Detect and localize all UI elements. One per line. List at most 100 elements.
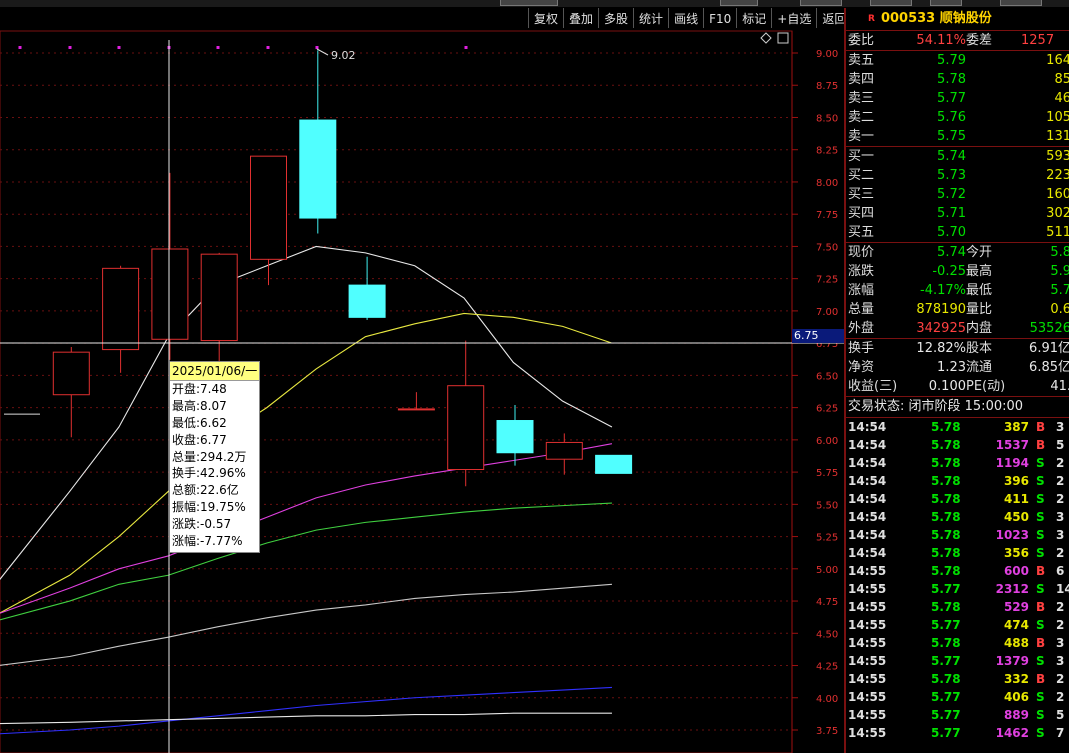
- tick-volume: 356: [1003, 546, 1029, 560]
- tick-price: 5.78: [931, 636, 961, 650]
- draw-line-button[interactable]: 画线: [668, 8, 703, 28]
- fuquan-button[interactable]: 复权: [528, 8, 563, 28]
- window-tab[interactable]: [870, 0, 912, 6]
- trade-status: 交易状态: 闭市阶段 15:00:00: [848, 399, 1024, 414]
- tick-side: S: [1036, 546, 1045, 560]
- ask-price: 5.78: [937, 72, 966, 87]
- stats-button[interactable]: 统计: [633, 8, 668, 28]
- tick-row: 14:54 5.78 1194 S 2: [846, 454, 1069, 472]
- f10-button[interactable]: F10: [703, 8, 736, 28]
- tick-list[interactable]: 14:54 5.78 387 B 3 14:54 5.78 1537 B 5 14:54 5.78 11…: [846, 418, 1069, 742]
- tick-price: 5.77: [931, 654, 961, 668]
- tick-price: 5.78: [931, 456, 961, 470]
- multi-stock-button[interactable]: 多股: [598, 8, 633, 28]
- tick-row: 14:55 5.77 889 S 5: [846, 706, 1069, 724]
- signal-dot: [216, 46, 220, 49]
- stat-row: 现价 5.74 今开 5.8: [846, 243, 1069, 262]
- tick-price: 5.77: [931, 618, 961, 632]
- signal-dot: [18, 46, 22, 49]
- y-tick-label: 5.00: [816, 565, 838, 576]
- tick-price: 5.77: [931, 708, 961, 722]
- bid-label: 买二: [848, 168, 875, 183]
- window-tab[interactable]: [1000, 0, 1042, 6]
- stat-row: 换手 12.82% 股本 6.91亿: [846, 339, 1069, 358]
- tick-count: 3: [1056, 420, 1065, 434]
- ask-row: 卖二 5.76 105: [846, 108, 1069, 127]
- bid-label: 买五: [848, 225, 875, 240]
- ask-label: 卖三: [848, 91, 875, 106]
- tick-price: 5.78: [931, 546, 961, 560]
- stat-label: 总量: [848, 302, 875, 317]
- tick-price: 5.77: [931, 690, 961, 704]
- tick-count: 14: [1056, 582, 1069, 596]
- tick-count: 2: [1056, 690, 1065, 704]
- stock-code: 000533: [880, 11, 936, 26]
- ma-line: [0, 245, 613, 581]
- stat-row: 外盘 342925 内盘 53526: [846, 319, 1069, 338]
- tick-count: 2: [1056, 600, 1065, 614]
- bid-price: 5.71: [937, 206, 966, 221]
- stock-header: R 000533 顺钠股份: [846, 8, 1069, 30]
- overlay-button[interactable]: 叠加: [563, 8, 598, 28]
- tick-time: 14:54: [848, 438, 887, 452]
- tick-price: 5.77: [931, 726, 961, 740]
- crosshair-price-label: 6.75: [792, 329, 846, 343]
- stat-value: 5.8: [1050, 245, 1069, 260]
- y-tick-label: 4.75: [816, 597, 838, 608]
- tick-row: 14:55 5.78 529 B 2: [846, 598, 1069, 616]
- bid-row: 买三 5.72 160: [846, 185, 1069, 204]
- tick-time: 14:54: [848, 492, 887, 506]
- ma-line: [0, 583, 612, 666]
- high-pointer: [316, 48, 329, 56]
- candle-down: [496, 420, 534, 454]
- signal-dot: [315, 46, 319, 49]
- tick-volume: 1537: [995, 438, 1029, 452]
- ask-price: 5.75: [937, 129, 966, 144]
- ask-volume: 105: [1046, 110, 1069, 125]
- stat-label: 收益(三): [848, 379, 898, 394]
- y-tick-label: 4.50: [816, 629, 838, 640]
- tick-count: 2: [1056, 456, 1065, 470]
- bid-label: 买三: [848, 187, 875, 202]
- tick-time: 14:54: [848, 420, 887, 434]
- tick-side: S: [1036, 456, 1045, 470]
- tick-volume: 332: [1003, 672, 1029, 686]
- candle-up: [52, 351, 90, 396]
- y-tick-label: 5.75: [816, 468, 838, 479]
- candle-info-tooltip: 2025/01/06/一 开盘:7.48 最高:8.07 最低:6.62 收盘:6.7…: [169, 361, 260, 553]
- bid-row: 买四 5.71 302: [846, 204, 1069, 223]
- stat-value: 0.6: [1050, 302, 1069, 317]
- bid-price: 5.73: [937, 168, 966, 183]
- stat-label: 涨幅: [848, 283, 875, 298]
- tick-side: B: [1036, 438, 1046, 452]
- candle-up: [397, 408, 435, 411]
- tick-price: 5.78: [931, 672, 961, 686]
- add-watchlist-button[interactable]: +自选: [771, 8, 816, 28]
- y-tick-label: 8.25: [816, 146, 838, 157]
- tick-price: 5.78: [931, 510, 961, 524]
- mark-button[interactable]: 标记: [736, 8, 771, 28]
- tick-row: 14:55 5.77 1379 S 3: [846, 652, 1069, 670]
- y-tick-label: 7.00: [816, 307, 838, 318]
- tooltip-line: 收盘:6.77: [172, 432, 227, 447]
- candle-up: [250, 155, 287, 260]
- ask-volume: 85: [1054, 72, 1069, 87]
- tick-price: 5.78: [931, 474, 961, 488]
- bid-row: 买一 5.74 593: [846, 147, 1069, 166]
- tick-volume: 411: [1003, 492, 1029, 506]
- bid-volume: 223: [1046, 168, 1069, 183]
- window-tab[interactable]: [930, 0, 962, 6]
- tick-price: 5.78: [931, 420, 961, 434]
- ask-volume: 164: [1046, 53, 1069, 68]
- signal-dot: [464, 46, 468, 49]
- stat-value: 5.7: [1050, 283, 1069, 298]
- stat-value: 878190: [916, 302, 966, 317]
- tick-side: S: [1036, 618, 1045, 632]
- ma-line: [0, 443, 613, 614]
- stat-label: PE(动): [966, 379, 1006, 394]
- kline-chart[interactable]: 9.00 8.75 8.50 8.25 8.00 7.75 7.50 7.25 7.00 6.75…: [0, 0, 845, 753]
- stat-value: -0.25: [932, 264, 966, 279]
- y-tick-label: 7.25: [816, 275, 838, 286]
- y-tick-label: 8.00: [816, 178, 838, 189]
- tick-count: 3: [1056, 654, 1065, 668]
